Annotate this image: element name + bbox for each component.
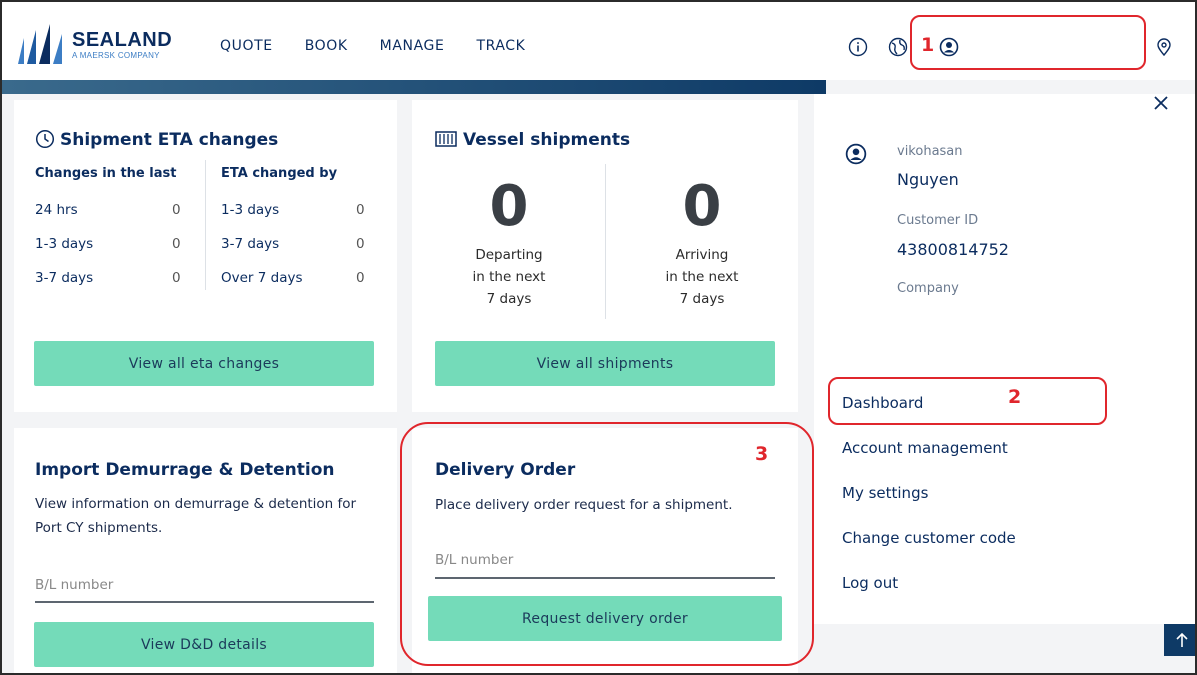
main-nav: QUOTE BOOK MANAGE TRACK [220, 38, 557, 54]
arrow-up-icon [1175, 632, 1188, 647]
menu-account-management[interactable]: Account management [842, 439, 1008, 457]
annotation-number-3: 3 [755, 443, 769, 465]
demurrage-description: View information on demurrage & detentio… [35, 492, 380, 540]
app-frame: SEALAND A MAERSK COMPANY QUOTE BOOK MANA… [0, 0, 1197, 675]
close-icon[interactable] [1153, 95, 1169, 115]
eta-row-label: 24 hrs [35, 202, 78, 218]
annotation-box-3 [400, 422, 814, 666]
arriving-line: 7 days [679, 291, 725, 307]
eta-row-value: 0 [356, 202, 365, 218]
container-icon [435, 130, 457, 152]
annotation-box-2 [828, 377, 1107, 425]
profile-username: vikohasan [897, 144, 963, 159]
menu-my-settings[interactable]: My settings [842, 484, 928, 502]
nav-book[interactable]: BOOK [305, 38, 348, 54]
customer-id-label: Customer ID [897, 213, 979, 228]
customer-id-value: 43800814752 [897, 240, 1009, 259]
eta-row-label: 3-7 days [35, 270, 94, 286]
menu-change-customer-code[interactable]: Change customer code [842, 529, 1016, 547]
eta-row-label: 3-7 days [221, 236, 280, 252]
arriving-line: in the next [665, 269, 739, 285]
departing-line: in the next [472, 269, 546, 285]
logo-sail-icon [16, 24, 66, 66]
scroll-to-top-button[interactable] [1164, 624, 1195, 656]
eta-row-value: 0 [172, 236, 181, 252]
demurrage-bl-number-input[interactable] [35, 569, 374, 603]
profile-avatar-icon [845, 143, 867, 169]
eta-column-divider [205, 160, 206, 290]
eta-row-label: 1-3 days [35, 236, 94, 252]
demurrage-card-title: Import Demurrage & Detention [35, 460, 335, 480]
annotation-box-1 [910, 15, 1146, 70]
globe-icon[interactable] [888, 37, 908, 57]
location-pin-icon[interactable] [1154, 37, 1174, 57]
eta-card-title: Shipment ETA changes [60, 130, 279, 150]
vessel-card-title: Vessel shipments [463, 130, 631, 150]
menu-log-out[interactable]: Log out [842, 574, 898, 592]
arriving-line: Arriving [675, 247, 729, 263]
eta-row-value: 0 [356, 270, 365, 286]
eta-col1-header: Changes in the last [35, 166, 177, 181]
view-all-shipments-button[interactable]: View all shipments [435, 341, 775, 386]
view-eta-changes-button[interactable]: View all eta changes [34, 341, 374, 386]
eta-row-label: 1-3 days [221, 202, 280, 218]
departing-line: 7 days [486, 291, 532, 307]
eta-row-label: Over 7 days [221, 270, 303, 286]
brand-subtitle: A MAERSK COMPANY [72, 51, 160, 60]
view-dd-details-button[interactable]: View D&D details [34, 622, 374, 667]
company-label: Company [897, 281, 959, 296]
clock-icon [35, 129, 55, 153]
arriving-count: 0 [682, 174, 722, 239]
brand-name: SEALAND [72, 29, 173, 51]
annotation-number-1: 1 [921, 34, 935, 56]
annotation-number-2: 2 [1008, 386, 1022, 408]
nav-track[interactable]: TRACK [476, 38, 525, 54]
eta-row-value: 0 [356, 236, 365, 252]
nav-quote[interactable]: QUOTE [220, 38, 273, 54]
nav-manage[interactable]: MANAGE [380, 38, 445, 54]
profile-name: Nguyen [897, 170, 959, 189]
eta-row-value: 0 [172, 270, 181, 286]
departing-count: 0 [489, 174, 529, 239]
arriving-label: Arriving in the next 7 days [632, 244, 772, 310]
demurrage-desc-line: Port CY shipments. [35, 520, 163, 536]
vessel-column-divider [605, 164, 606, 319]
info-icon[interactable] [848, 37, 868, 57]
sealand-logo[interactable]: SEALAND A MAERSK COMPANY [16, 24, 172, 66]
header-accent-bar [2, 80, 826, 94]
panel-footer [814, 624, 1195, 673]
demurrage-desc-line: View information on demurrage & detentio… [35, 496, 357, 512]
departing-line: Departing [475, 247, 543, 263]
departing-label: Departing in the next 7 days [439, 244, 579, 310]
eta-col2-header: ETA changed by [221, 166, 338, 181]
eta-row-value: 0 [172, 202, 181, 218]
